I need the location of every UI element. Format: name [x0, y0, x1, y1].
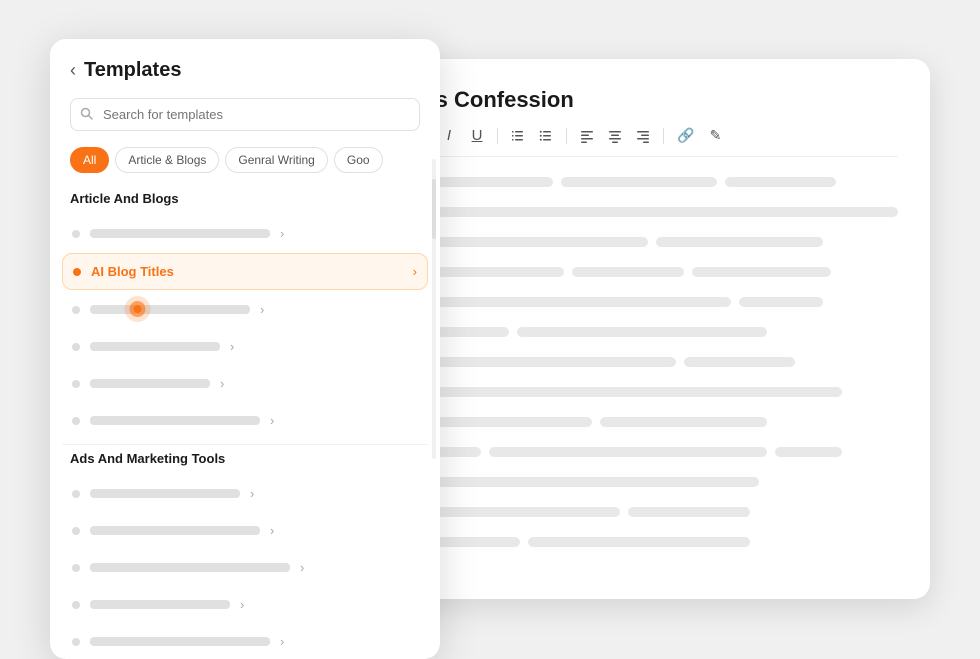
- item-dot: [72, 380, 80, 388]
- toolbar-sep-3: [566, 128, 567, 144]
- chevron-right-icon: ›: [240, 597, 244, 612]
- item-dot: [72, 343, 80, 351]
- toolbar-sep-2: [497, 128, 498, 144]
- tabs-container: All Article & Blogs Genral Writing Goo: [50, 147, 440, 173]
- tab-goo[interactable]: Goo: [334, 147, 383, 173]
- template-item[interactable]: ›: [62, 366, 428, 401]
- search-container: [70, 98, 420, 131]
- template-skeleton: [90, 637, 270, 646]
- template-item[interactable]: ›: [62, 216, 428, 251]
- align-left-icon[interactable]: [577, 127, 597, 145]
- item-dot: [72, 601, 80, 609]
- skeleton: [628, 507, 750, 517]
- chevron-right-icon: ›: [250, 486, 254, 501]
- skeleton: [684, 357, 795, 367]
- underline-icon[interactable]: U: [467, 125, 487, 146]
- template-skeleton: [90, 379, 210, 388]
- chevron-right-icon: ›: [220, 376, 224, 391]
- scrollbar-track: [432, 159, 436, 459]
- link-icon[interactable]: 🔗: [674, 125, 697, 146]
- templates-panel-title: Templates: [84, 59, 181, 82]
- skeleton: [572, 267, 683, 277]
- align-right-icon[interactable]: [633, 127, 653, 145]
- item-dot: [72, 490, 80, 498]
- skeleton: [775, 447, 842, 457]
- template-item-ai-blog-titles[interactable]: AI Blog Titles ›: [62, 253, 428, 290]
- item-dot: [72, 417, 80, 425]
- item-dot: [72, 564, 80, 572]
- skeleton: [561, 177, 717, 187]
- unordered-list-icon[interactable]: [536, 127, 556, 145]
- chevron-right-icon: ›: [270, 523, 274, 538]
- skeleton: [489, 447, 767, 457]
- template-skeleton: [90, 229, 270, 238]
- templates-header: ‹ Templates: [50, 59, 440, 82]
- section-title-article: Article And Blogs: [50, 191, 440, 206]
- tab-general-writing[interactable]: Genral Writing: [225, 147, 327, 173]
- tab-article-blogs[interactable]: Article & Blogs: [115, 147, 219, 173]
- active-chevron-right-icon: ›: [413, 264, 417, 279]
- tab-all[interactable]: All: [70, 147, 109, 173]
- skeleton: [528, 537, 750, 547]
- item-dot: [72, 638, 80, 646]
- italic-icon[interactable]: I: [439, 125, 459, 146]
- skeleton: [600, 417, 767, 427]
- template-skeleton: [90, 416, 260, 425]
- chevron-right-icon: ›: [270, 413, 274, 428]
- template-item[interactable]: ›: [62, 292, 428, 327]
- section-divider: [62, 444, 428, 445]
- template-list-ads: › › › › ›: [50, 476, 440, 659]
- template-item[interactable]: ›: [62, 550, 428, 585]
- templates-card: ‹ Templates All Article & Blogs Genral W…: [50, 39, 440, 659]
- template-skeleton: [90, 305, 250, 314]
- chevron-right-icon: ›: [280, 226, 284, 241]
- template-item[interactable]: ›: [62, 476, 428, 511]
- template-skeleton: [90, 526, 260, 535]
- active-item-dot: [73, 268, 81, 276]
- chevron-right-icon: ›: [230, 339, 234, 354]
- cursor-pointer: [121, 293, 154, 331]
- item-dot: [72, 527, 80, 535]
- skeleton: [656, 237, 823, 247]
- align-center-icon[interactable]: [605, 127, 625, 145]
- pencil-icon[interactable]: ✎: [705, 125, 725, 146]
- template-item[interactable]: ›: [62, 513, 428, 548]
- template-item[interactable]: ›: [62, 587, 428, 622]
- skeleton: [517, 327, 767, 337]
- back-button[interactable]: ‹: [70, 60, 76, 81]
- skeleton: [692, 267, 831, 277]
- active-template-name: AI Blog Titles: [91, 264, 403, 279]
- template-list-article: › AI Blog Titles › › › ›: [50, 216, 440, 438]
- chevron-right-icon: ›: [300, 560, 304, 575]
- template-item[interactable]: ›: [62, 624, 428, 659]
- template-item[interactable]: ›: [62, 329, 428, 364]
- template-skeleton: [90, 489, 240, 498]
- chevron-right-icon: ›: [260, 302, 264, 317]
- skeleton: [725, 177, 836, 187]
- section-title-ads: Ads And Marketing Tools: [50, 451, 440, 466]
- ordered-list-icon[interactable]: [508, 127, 528, 145]
- search-input[interactable]: [70, 98, 420, 131]
- template-item[interactable]: ›: [62, 403, 428, 438]
- template-skeleton: [90, 563, 290, 572]
- scene: A Father's Confession ↩ ↪ B I U: [50, 39, 930, 619]
- search-icon: [80, 107, 93, 123]
- template-skeleton: [90, 342, 220, 351]
- scrollbar-thumb[interactable]: [432, 179, 436, 239]
- toolbar-sep-4: [663, 128, 664, 144]
- skeleton: [739, 297, 822, 307]
- item-dot: [72, 230, 80, 238]
- template-skeleton: [90, 600, 230, 609]
- chevron-right-icon: ›: [280, 634, 284, 649]
- item-dot: [72, 306, 80, 314]
